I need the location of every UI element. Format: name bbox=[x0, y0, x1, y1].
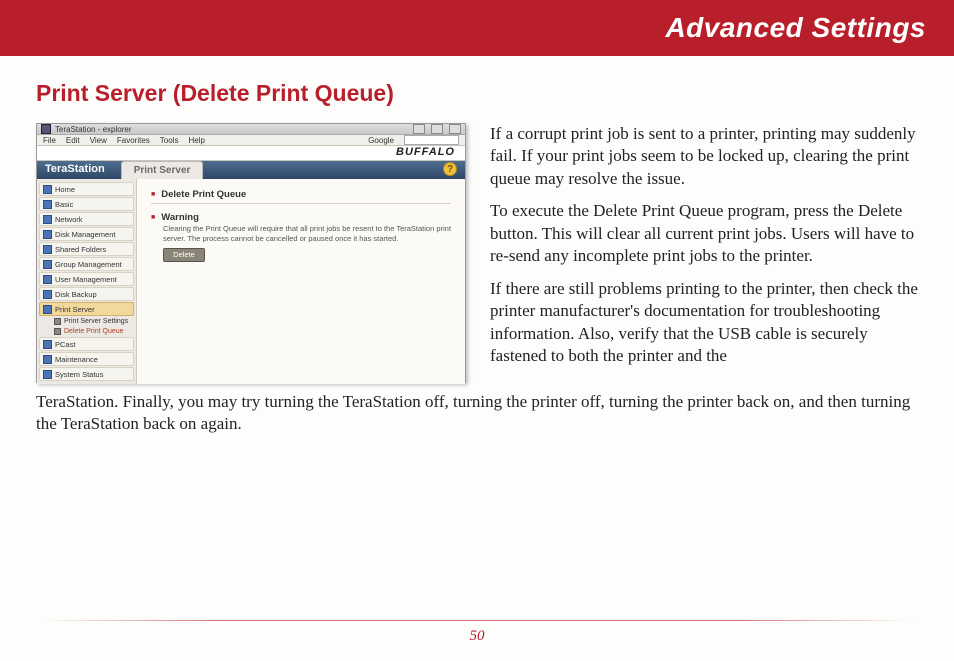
search-brand: Google bbox=[368, 136, 394, 145]
menu-help[interactable]: Help bbox=[188, 136, 204, 145]
menu-tools[interactable]: Tools bbox=[160, 136, 179, 145]
header-banner: Advanced Settings bbox=[0, 0, 954, 56]
nav-maintenance[interactable]: Maintenance bbox=[39, 352, 134, 366]
nav-user-management[interactable]: User Management bbox=[39, 272, 134, 286]
folder-icon bbox=[43, 230, 52, 239]
folder-icon bbox=[43, 305, 52, 314]
tab-row: TeraStation Print Server ? bbox=[37, 161, 465, 179]
tab-print-server[interactable]: Print Server bbox=[121, 161, 204, 179]
nav-label: Shared Folders bbox=[55, 245, 106, 254]
menu-file[interactable]: File bbox=[43, 136, 56, 145]
nav-label: Print Server bbox=[55, 305, 95, 314]
nav-print-server[interactable]: Print Server bbox=[39, 302, 134, 316]
nav-disk-management[interactable]: Disk Management bbox=[39, 227, 134, 241]
folder-icon bbox=[43, 200, 52, 209]
delete-button[interactable]: Delete bbox=[163, 248, 205, 262]
footer-rule bbox=[40, 620, 914, 621]
embedded-screenshot: TeraStation - explorer File Edit View Fa… bbox=[36, 123, 466, 383]
paragraph-3a: If there are still problems printing to … bbox=[490, 278, 918, 368]
main-panel: ■ Delete Print Queue ■ Warning Clearing th… bbox=[137, 179, 465, 384]
window-maximize-button[interactable] bbox=[431, 124, 443, 134]
folder-icon bbox=[43, 215, 52, 224]
nav-label: Network bbox=[55, 215, 83, 224]
nav-label: Basic bbox=[55, 200, 73, 209]
page-icon bbox=[54, 318, 61, 325]
window-minimize-button[interactable] bbox=[413, 124, 425, 134]
nav-home[interactable]: Home bbox=[39, 182, 134, 196]
nav-group-management[interactable]: Group Management bbox=[39, 257, 134, 271]
content-row: TeraStation - explorer File Edit View Fa… bbox=[36, 123, 918, 383]
help-icon[interactable]: ? bbox=[443, 162, 457, 176]
page-number: 50 bbox=[0, 628, 954, 645]
folder-icon bbox=[43, 370, 52, 379]
folder-icon bbox=[43, 340, 52, 349]
window-appicon bbox=[41, 124, 51, 134]
window-title: TeraStation - explorer bbox=[55, 125, 131, 134]
sidebar-nav: Home Basic Network Disk Management Share… bbox=[37, 179, 137, 384]
search-input[interactable] bbox=[404, 135, 459, 145]
menu-view[interactable]: View bbox=[90, 136, 107, 145]
brand-row: BUFFALO bbox=[37, 146, 465, 161]
nav-network[interactable]: Network bbox=[39, 212, 134, 226]
page-icon bbox=[54, 328, 61, 335]
browser-menu-bar: File Edit View Favorites Tools Help Goog… bbox=[37, 135, 465, 146]
bullet-icon: ■ bbox=[151, 189, 155, 201]
nav-label: PCast bbox=[55, 340, 75, 349]
nav-pcast[interactable]: PCast bbox=[39, 337, 134, 351]
prose-column: If a corrupt print job is sent to a prin… bbox=[490, 123, 918, 377]
section-heading: Print Server (Delete Print Queue) bbox=[36, 80, 918, 107]
warning-label: Warning bbox=[161, 212, 199, 223]
folder-icon bbox=[43, 185, 52, 194]
nav-sub-delete-queue[interactable]: Delete Print Queue bbox=[51, 327, 134, 336]
divider bbox=[151, 203, 451, 204]
bullet-icon: ■ bbox=[151, 212, 155, 224]
folder-icon bbox=[43, 355, 52, 364]
folder-icon bbox=[43, 260, 52, 269]
folder-icon bbox=[43, 245, 52, 254]
window-titlebar: TeraStation - explorer bbox=[37, 124, 465, 135]
nav-label: User Management bbox=[55, 275, 117, 284]
brand-logo: BUFFALO bbox=[396, 146, 455, 158]
page-body: Print Server (Delete Print Queue) TeraSt… bbox=[0, 56, 954, 436]
nav-label: Maintenance bbox=[55, 355, 98, 364]
panel-heading: Delete Print Queue bbox=[161, 189, 246, 200]
nav-shared-folders[interactable]: Shared Folders bbox=[39, 242, 134, 256]
nav-sub-label: Print Server Settings bbox=[64, 318, 128, 325]
nav-disk-backup[interactable]: Disk Backup bbox=[39, 287, 134, 301]
app-body: Home Basic Network Disk Management Share… bbox=[37, 179, 465, 384]
nav-sub-print-settings[interactable]: Print Server Settings bbox=[51, 317, 134, 326]
window-close-button[interactable] bbox=[449, 124, 461, 134]
nav-label: Disk Backup bbox=[55, 290, 97, 299]
paragraph-1: If a corrupt print job is sent to a prin… bbox=[490, 123, 918, 190]
nav-basic[interactable]: Basic bbox=[39, 197, 134, 211]
nav-sub-label: Delete Print Queue bbox=[64, 328, 124, 335]
menu-edit[interactable]: Edit bbox=[66, 136, 80, 145]
nav-label: Group Management bbox=[55, 260, 122, 269]
folder-icon bbox=[43, 275, 52, 284]
folder-icon bbox=[43, 290, 52, 299]
paragraph-3b: TeraStation. Finally, you may try turnin… bbox=[36, 391, 918, 436]
banner-title: Advanced Settings bbox=[665, 12, 926, 44]
nav-label: Home bbox=[55, 185, 75, 194]
nav-label: System Status bbox=[55, 370, 103, 379]
product-logo: TeraStation bbox=[45, 163, 105, 175]
warning-text: Clearing the Print Queue will require th… bbox=[163, 224, 451, 244]
nav-label: Disk Management bbox=[55, 230, 115, 239]
menu-favorites[interactable]: Favorites bbox=[117, 136, 150, 145]
nav-system-status[interactable]: System Status bbox=[39, 367, 134, 381]
paragraph-2: To execute the Delete Print Queue progra… bbox=[490, 200, 918, 267]
